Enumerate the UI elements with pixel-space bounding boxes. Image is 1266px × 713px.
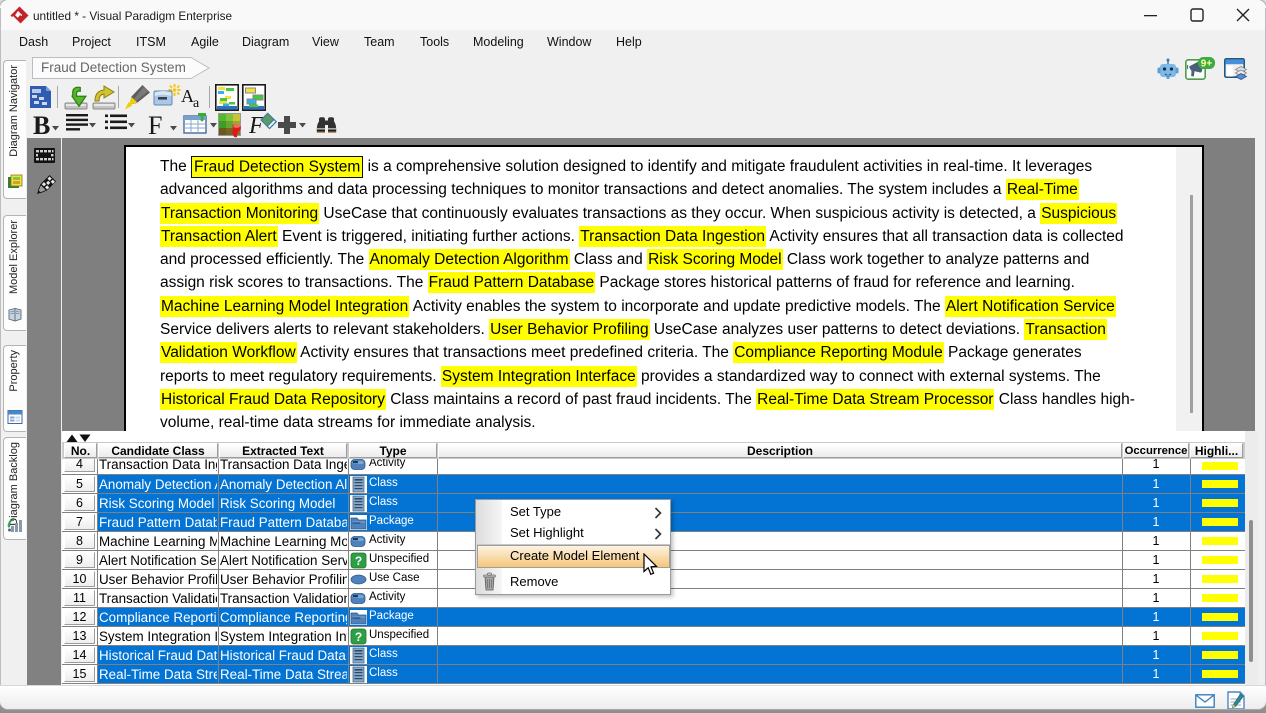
svg-text:?: ? [355, 630, 362, 644]
svg-text:a: a [193, 96, 200, 110]
svg-text:B: B [33, 112, 50, 138]
svg-text:9+: 9+ [1201, 59, 1213, 70]
svg-text:F: F [249, 113, 264, 138]
svg-text:F: F [148, 112, 162, 138]
svg-text:?: ? [355, 554, 362, 568]
